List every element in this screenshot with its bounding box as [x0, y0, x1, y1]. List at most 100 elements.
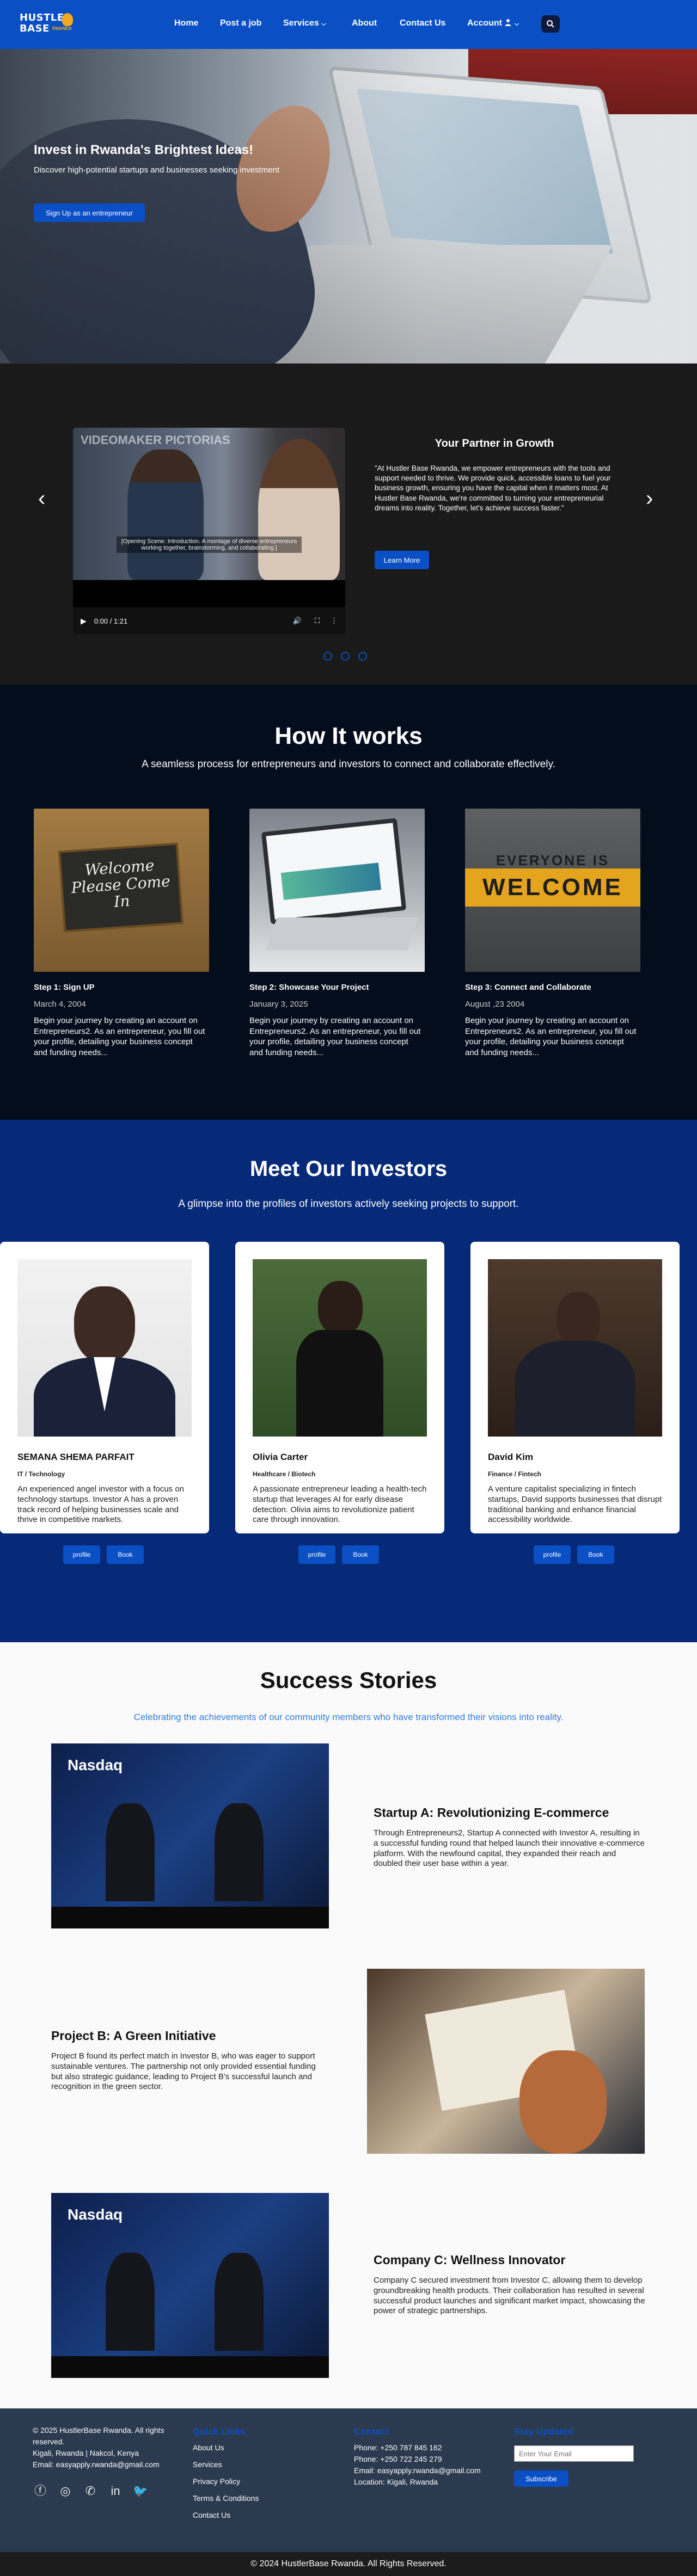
next-slide-arrow[interactable]: ›	[646, 488, 653, 509]
investors-section: Meet Our Investors A glimpse into the pr…	[0, 1120, 697, 1642]
story-text: Project B found its perfect match in Inv…	[51, 2051, 316, 2092]
step-2-image	[249, 809, 425, 972]
newsletter-email-input[interactable]	[514, 2445, 634, 2462]
step-text: Begin your journey by creating an accoun…	[249, 1016, 421, 1057]
story-text: Company C secured investment from Invest…	[374, 2276, 645, 2316]
services-label: Services	[283, 19, 319, 28]
success-title: Success Stories	[260, 1667, 437, 1693]
twitter-icon[interactable]: 🐦	[133, 2483, 148, 2499]
footer: © 2025 HustlerBase Rwanda. All rights re…	[0, 2408, 697, 2576]
video-time: 0:00 / 1:21	[94, 617, 128, 625]
step-text: Begin your journey by creating an accoun…	[465, 1016, 637, 1057]
linkedin-icon[interactable]: in	[108, 2483, 123, 2499]
footer-newsletter: Stay Updated	[514, 2425, 656, 2442]
footer-location: Location: Kigali, Rwanda	[354, 2477, 438, 2486]
step-date: August ,23 2004	[465, 1000, 525, 1009]
step-title: Step 3: Connect and Collaborate	[465, 983, 591, 992]
search-button[interactable]	[541, 15, 560, 33]
slider-dot-1[interactable]	[323, 652, 332, 661]
investor-bio: An experienced angel investor with a foc…	[17, 1484, 185, 1525]
account-label: Account	[467, 19, 502, 28]
nav-link-about[interactable]: About	[352, 19, 377, 28]
newsletter-heading: Stay Updated	[514, 2426, 573, 2437]
step-1-image: Welcome Please Come In	[34, 809, 209, 972]
footer-link-terms[interactable]: Terms & Conditions	[193, 2493, 302, 2504]
story-3-image-text: Nasdaq	[68, 2206, 123, 2223]
profile-button[interactable]: profile	[63, 1545, 100, 1564]
step-title: Step 2: Showcase Your Project	[249, 983, 369, 992]
subscribe-button[interactable]: Subscribe	[514, 2470, 568, 2487]
footer-phone-1: Phone: +250 787 845 162	[354, 2443, 442, 2452]
investor-field: Finance / Fintech	[488, 1470, 542, 1478]
story-title: Company C: Wellness Innovator	[374, 2253, 566, 2267]
investor-field: Healthcare / Biotech	[253, 1470, 316, 1478]
book-button[interactable]: Book	[107, 1545, 144, 1564]
learn-more-button[interactable]: Learn More	[375, 551, 429, 569]
story-title: Project B: A Green Initiative	[51, 2029, 216, 2043]
story-text: Through Entrepreneurs2, Startup A connec…	[374, 1828, 645, 1869]
investor-card-3: David Kim Finance / Fintech A venture ca…	[470, 1242, 680, 1533]
footer-link-contact[interactable]: Contact Us	[193, 2510, 302, 2521]
story-1-image: Nasdaq	[51, 1743, 329, 1928]
quick-links-heading: Quick Links	[193, 2426, 246, 2437]
investor-name: Olivia Carter	[253, 1452, 308, 1462]
nav-link-services[interactable]: Services ⌵	[283, 19, 326, 28]
footer-copyright-line1: © 2025 HustlerBase Rwanda. All rights	[33, 2426, 164, 2435]
footer-link-privacy[interactable]: Privacy Policy	[193, 2476, 302, 2487]
nav-link-home[interactable]: Home	[174, 19, 198, 28]
nav-link-account[interactable]: Account ⌵	[467, 19, 519, 28]
nav-link-contact[interactable]: Contact Us	[400, 19, 445, 28]
story-1-image-text: Nasdaq	[68, 1757, 123, 1773]
step-text: Begin your journey by creating an accoun…	[34, 1016, 205, 1057]
slider-dot-2[interactable]	[341, 652, 350, 661]
investor-field: IT / Technology	[17, 1470, 65, 1478]
book-button[interactable]: Book	[577, 1545, 614, 1564]
fullscreen-icon[interactable]: ⛶	[315, 617, 320, 625]
video-watermark: VIDEOMAKER PICTORIAS	[81, 433, 230, 447]
video-player[interactable]: VIDEOMAKER PICTORIAS [Opening Scene: Int…	[73, 428, 345, 634]
step-card-2: Step 2: Showcase Your Project January 3,…	[249, 809, 425, 1058]
hero-subtitle: Discover high-potential startups and bus…	[34, 165, 280, 175]
footer-email: Email: easyapply.rwanda@gmail.com	[33, 2460, 160, 2469]
how-title: How It works	[274, 723, 423, 749]
step-3-image: EVERYONE IS WELCOME	[465, 809, 640, 972]
whatsapp-icon[interactable]: ✆	[83, 2483, 98, 2499]
profile-button[interactable]: profile	[534, 1545, 571, 1564]
slider-dot-3[interactable]	[358, 652, 367, 661]
footer-link-services[interactable]: Services	[193, 2459, 302, 2470]
nav-link-post-a-job[interactable]: Post a job	[220, 19, 261, 28]
copyright-bar: © 2024 HustlerBase Rwanda. All Rights Re…	[0, 2552, 697, 2576]
investor-card-1: SEMANA SHEMA PARFAIT IT / Technology An …	[0, 1242, 209, 1533]
success-subtitle: Celebrating the achievements of our comm…	[133, 1712, 564, 1722]
volume-icon[interactable]: 🔊	[293, 617, 302, 625]
success-stories-section: Success Stories Celebrating the achievem…	[0, 1642, 697, 2408]
more-options-icon[interactable]: ⋮	[331, 617, 338, 625]
step-card-1: Welcome Please Come In Step 1: Sign UP M…	[34, 809, 209, 1058]
instagram-icon[interactable]: ◎	[58, 2483, 73, 2499]
profile-button[interactable]: profile	[298, 1545, 335, 1564]
footer-contact-email: Email: easyapply.rwanda@gmail.com	[354, 2466, 481, 2475]
step-date: March 4, 2004	[34, 1000, 86, 1009]
investors-subtitle: A glimpse into the profiles of investors…	[178, 1198, 519, 1210]
chevron-down-icon: ⌵	[514, 21, 519, 27]
facebook-icon[interactable]: ⓕ	[33, 2483, 48, 2499]
story-3-image: Nasdaq	[51, 2193, 329, 2378]
partner-slider-section: ‹ › VIDEOMAKER PICTORIAS [Opening Scene:…	[0, 363, 697, 685]
footer-copyright-line2: reserved.	[33, 2437, 65, 2446]
step-3-image-text-top: EVERYONE IS	[496, 852, 610, 868]
book-button[interactable]: Book	[342, 1545, 379, 1564]
chevron-down-icon: ⌵	[321, 21, 326, 27]
prev-slide-arrow[interactable]: ‹	[38, 488, 45, 509]
investors-title: Meet Our Investors	[249, 1157, 448, 1181]
investor-photo	[253, 1259, 427, 1437]
signup-entrepreneur-button[interactable]: Sign Up as an entrepreneur	[34, 204, 145, 222]
footer-phone-2: Phone: +250 722 245 279	[354, 2454, 442, 2463]
footer-link-about[interactable]: About Us	[193, 2442, 302, 2454]
step-date: January 3, 2025	[249, 1000, 308, 1009]
investor-card-2: Olivia Carter Healthcare / Biotech A pas…	[235, 1242, 444, 1533]
investor-name: David Kim	[488, 1452, 534, 1462]
video-controls: ▶ 0:00 / 1:21 🔊 ⛶ ⋮	[73, 607, 345, 634]
play-icon[interactable]: ▶	[81, 617, 87, 626]
partner-text: "At Hustler Base Rwanda, we empower entr…	[375, 464, 611, 512]
navbar: HUSTLE BASE RWANDA Home Post a job Servi…	[0, 0, 697, 49]
